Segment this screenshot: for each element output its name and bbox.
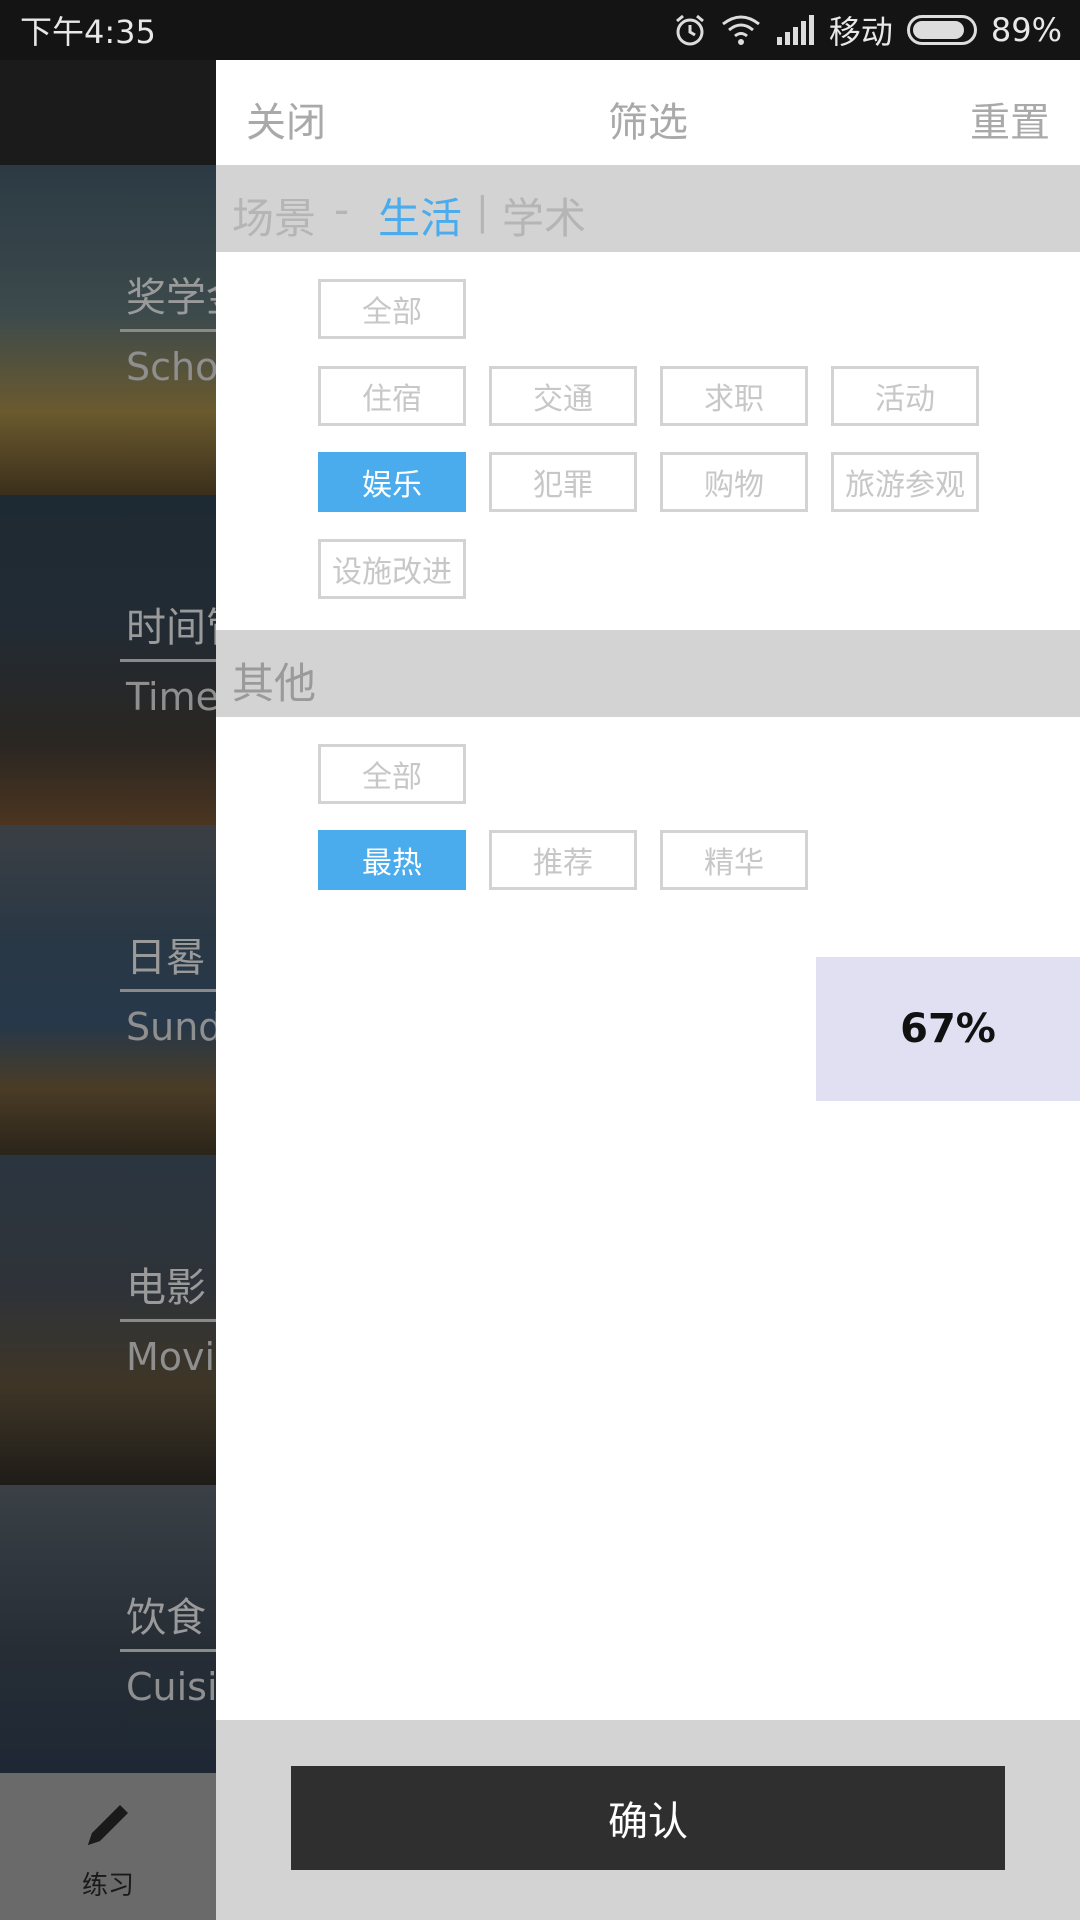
battery-icon	[906, 15, 977, 45]
scene-tag-tourism[interactable]: 旅游参观	[831, 452, 979, 512]
card-divider	[120, 989, 216, 992]
other-label: 其他	[232, 659, 317, 708]
card-subtitle: Sundial	[126, 1005, 216, 1049]
card-title: 奖学金	[126, 275, 216, 321]
card-title: 日晷	[126, 935, 206, 981]
filter-footer: 确认	[216, 1720, 1080, 1920]
scene-tag-entertainment[interactable]: 娱乐	[318, 452, 466, 512]
scene-tag-all[interactable]: 全部	[318, 279, 466, 339]
other-tag-all[interactable]: 全部	[318, 744, 466, 804]
alarm-icon	[673, 13, 707, 47]
carrier-label: 移动	[828, 13, 893, 51]
card-divider	[120, 1319, 216, 1322]
list-item[interactable]: 电影 Movies	[0, 1155, 216, 1485]
tab-life[interactable]: 生活	[378, 185, 462, 246]
card-subtitle: Cuisine	[126, 1665, 216, 1709]
other-section-bar: 其他	[216, 630, 1080, 717]
scene-tag-transport[interactable]: 交通	[489, 366, 637, 426]
card-divider	[120, 1649, 216, 1652]
bottom-tab-bar: 练习	[0, 1773, 216, 1920]
list-item[interactable]: 饮食 Cuisine	[0, 1485, 216, 1815]
background-header	[0, 60, 216, 165]
scene-label: 场景	[232, 194, 317, 243]
scene-tag-shopping[interactable]: 购物	[660, 452, 808, 512]
filter-header: 关闭 筛选 重置	[216, 60, 1080, 165]
scene-section-bar: 场景 - 生活 | 学术	[216, 165, 1080, 252]
status-time: 下午4:35	[20, 13, 156, 51]
progress-indicator: 67%	[816, 957, 1080, 1101]
scene-tag-facilities[interactable]: 设施改进	[318, 539, 466, 599]
confirm-button[interactable]: 确认	[291, 1766, 1005, 1870]
battery-percent: 89%	[990, 11, 1062, 49]
pencil-icon[interactable]	[80, 1797, 136, 1857]
status-icons: 移动 89%	[673, 7, 1062, 53]
card-subtitle: Time management	[126, 675, 216, 719]
scene-tag-housing[interactable]: 住宿	[318, 366, 466, 426]
tab-practice[interactable]: 练习	[82, 1865, 134, 1902]
reset-button[interactable]: 重置	[970, 90, 1050, 148]
scene-tag-job[interactable]: 求职	[660, 366, 808, 426]
list-item[interactable]: 时间管理 Time management	[0, 495, 216, 825]
filter-drawer: 关闭 筛选 重置 场景 - 生活 | 学术 全部 住宿 交通 求职 活动 娱乐 …	[216, 60, 1080, 1920]
card-subtitle: Movies	[126, 1335, 216, 1379]
list-item[interactable]: 日晷 Sundial	[0, 825, 216, 1155]
card-title: 饮食	[126, 1595, 206, 1641]
list-item[interactable]: 奖学金 Scholarship	[0, 165, 216, 495]
scene-tab-divider: |	[476, 189, 489, 233]
scene-separator: -	[334, 185, 350, 234]
other-tag-featured[interactable]: 精华	[660, 830, 808, 890]
scene-tag-crime[interactable]: 犯罪	[489, 452, 637, 512]
card-title: 电影	[126, 1265, 206, 1311]
card-title: 时间管理	[126, 605, 216, 651]
tab-academic[interactable]: 学术	[502, 185, 586, 246]
other-tag-hottest[interactable]: 最热	[318, 830, 466, 890]
wifi-icon	[721, 14, 761, 46]
status-bar: 下午4:35 移动 89%	[0, 0, 1080, 60]
other-tag-recommended[interactable]: 推荐	[489, 830, 637, 890]
close-button[interactable]: 关闭	[246, 90, 326, 148]
card-subtitle: Scholarship	[126, 345, 216, 389]
background-list: 奖学金 Scholarship 时间管理 Time management 日晷 …	[0, 60, 216, 1920]
card-divider	[120, 659, 216, 662]
scene-tag-activity[interactable]: 活动	[831, 366, 979, 426]
card-divider	[120, 329, 216, 332]
signal-icon	[775, 15, 815, 45]
filter-title: 筛选	[608, 100, 688, 146]
